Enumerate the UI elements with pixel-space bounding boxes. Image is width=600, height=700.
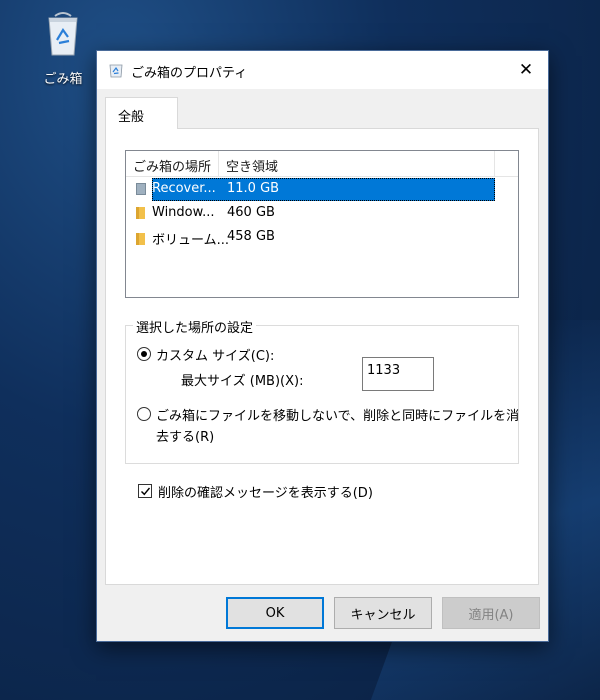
selected-location-settings-group: 選択した場所の設定 カスタム サイズ(C): 最大サイズ (MB)(X): 11…	[125, 317, 519, 464]
location-free-space: 11.0 GB	[227, 181, 280, 196]
location-free-space: 460 GB	[227, 205, 275, 220]
confirm-delete-label[interactable]: 削除の確認メッセージを表示する(D)	[158, 482, 373, 501]
max-size-input[interactable]: 1133	[362, 357, 434, 391]
checkmark-icon	[140, 487, 150, 495]
custom-size-label[interactable]: カスタム サイズ(C):	[156, 345, 274, 364]
group-title: 選択した場所の設定	[133, 317, 257, 336]
desktop-recycle-bin[interactable]: ごみ箱	[34, 10, 92, 87]
list-item[interactable]: ボリューム... 458 GB	[128, 226, 496, 249]
location-name: Recover...	[152, 181, 216, 196]
no-move-label-line2[interactable]: 去する(R)	[156, 426, 214, 445]
no-move-label-line1[interactable]: ごみ箱にファイルを移動しないで、削除と同時にファイルを消	[156, 405, 519, 424]
location-free-space: 458 GB	[227, 229, 275, 244]
close-icon: ✕	[518, 60, 534, 80]
cancel-button[interactable]: キャンセル	[334, 597, 432, 629]
max-size-label: 最大サイズ (MB)(X):	[181, 374, 304, 389]
list-item[interactable]: Window... 460 GB	[128, 202, 496, 225]
folder-icon	[136, 206, 145, 219]
column-header-free-space[interactable]: 空き領域	[219, 151, 495, 176]
close-button[interactable]: ✕	[504, 51, 548, 89]
tab-panel-general: ごみ箱の場所 空き領域 Recover... 11.0 GB Window...…	[105, 128, 539, 585]
confirm-delete-checkbox[interactable]	[138, 484, 152, 498]
ok-button[interactable]: OK	[226, 597, 324, 629]
list-header: ごみ箱の場所 空き領域	[126, 151, 518, 177]
apply-button[interactable]: 適用(A)	[442, 597, 540, 629]
recycle-bin-icon	[47, 10, 79, 56]
column-header-location[interactable]: ごみ箱の場所	[126, 151, 219, 176]
no-move-radio[interactable]	[137, 407, 151, 421]
tab-general[interactable]: 全般	[105, 97, 178, 129]
list-item[interactable]: Recover... 11.0 GB	[128, 178, 496, 201]
title-bar[interactable]: ごみ箱のプロパティ ✕	[97, 51, 548, 89]
recycle-bin-icon	[109, 62, 123, 82]
custom-size-radio[interactable]	[137, 347, 151, 361]
recycle-bin-properties-dialog: ごみ箱のプロパティ ✕ 全般 ごみ箱の場所 空き領域 Recover... 11…	[96, 50, 549, 642]
drive-folder-icon	[136, 182, 146, 195]
recycle-bin-label: ごみ箱	[43, 72, 83, 87]
location-list[interactable]: ごみ箱の場所 空き領域 Recover... 11.0 GB Window...…	[125, 150, 519, 298]
folder-icon	[136, 232, 145, 245]
window-title: ごみ箱のプロパティ	[131, 66, 248, 81]
location-name: ボリューム...	[152, 233, 230, 248]
location-name: Window...	[152, 205, 215, 220]
